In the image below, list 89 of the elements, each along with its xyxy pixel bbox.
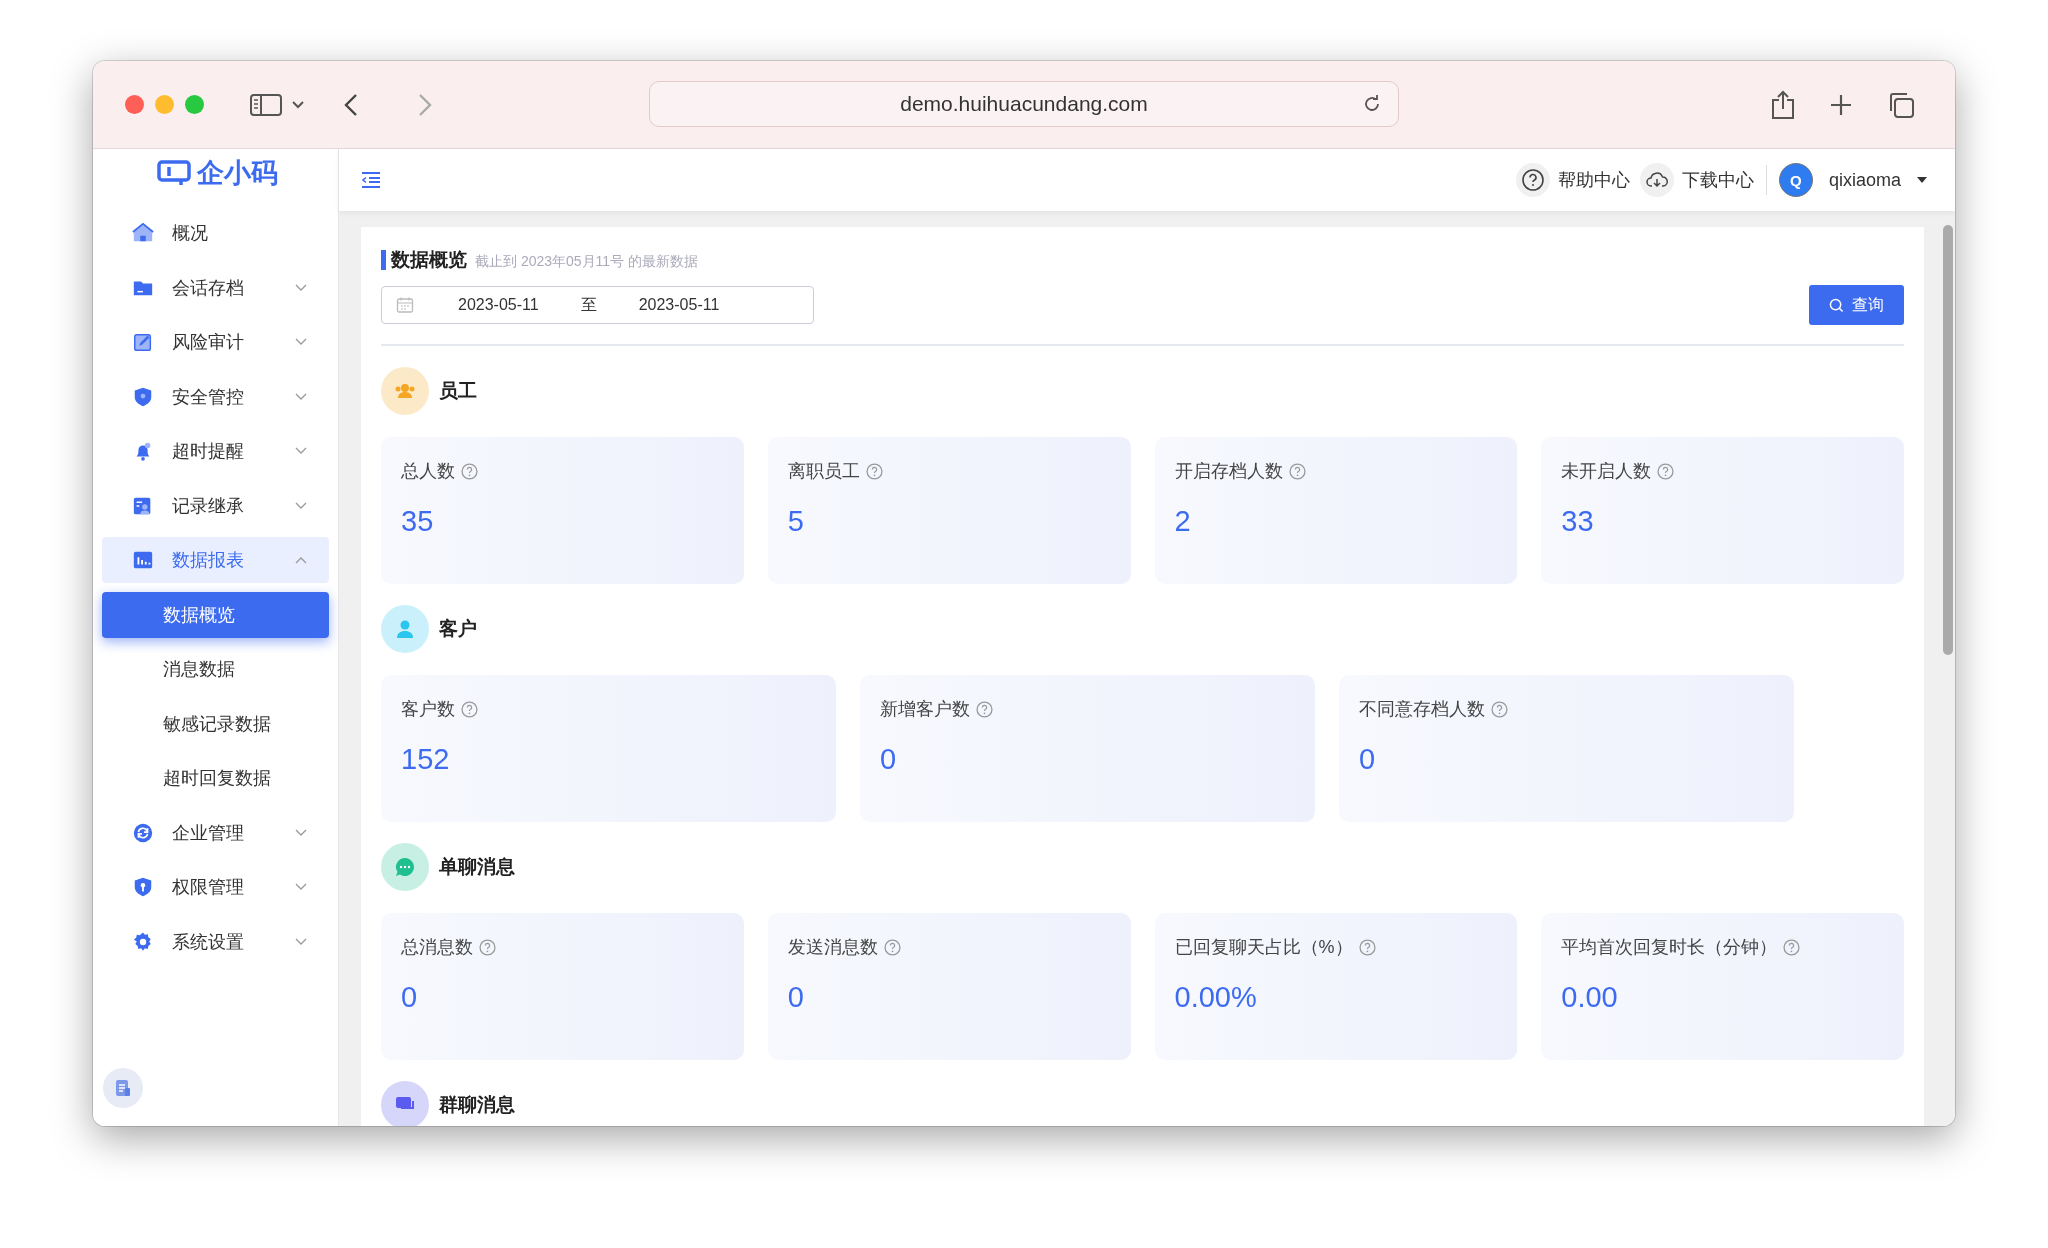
help-icon bbox=[865, 462, 883, 480]
metric-value: 0 bbox=[787, 981, 805, 1014]
help-icon bbox=[461, 700, 478, 718]
caret-down-icon[interactable] bbox=[1917, 177, 1927, 183]
metric-label: 开启存档人数 bbox=[1174, 460, 1283, 483]
section-title: 群聊消息 bbox=[439, 1093, 515, 1117]
sidebar-item[interactable]: 数据报表 bbox=[102, 537, 329, 583]
metric-value: 0 bbox=[1359, 743, 1377, 776]
sidebar-item[interactable]: 超时提醒 bbox=[102, 428, 329, 474]
help-icon bbox=[1288, 462, 1306, 480]
help-center-link[interactable]: 帮助中心 bbox=[1515, 163, 1630, 197]
metric-value: 33 bbox=[1561, 505, 1595, 538]
help-icon bbox=[1783, 938, 1801, 956]
chevron-down-icon[interactable] bbox=[292, 100, 304, 109]
shield-icon bbox=[132, 385, 154, 408]
help-icon bbox=[1491, 700, 1508, 718]
plus-icon[interactable] bbox=[1829, 92, 1853, 117]
share-icon[interactable] bbox=[1771, 89, 1795, 120]
document-icon bbox=[113, 1078, 133, 1098]
close-window-button[interactable] bbox=[125, 95, 144, 114]
sidebar-item[interactable]: 会话存档 bbox=[102, 264, 329, 311]
metric-label: 客户数 bbox=[401, 698, 455, 721]
cloud-download-icon bbox=[1645, 171, 1668, 189]
sidebar-item[interactable]: 风险审计 bbox=[102, 319, 329, 365]
sidebar-item[interactable]: 系统设置 bbox=[102, 918, 329, 965]
sidebar-item[interactable]: 概况 bbox=[102, 210, 329, 256]
submenu-item[interactable]: 超时回复数据 bbox=[102, 755, 329, 801]
submenu-item[interactable]: 数据概览 bbox=[102, 591, 329, 638]
help-icon bbox=[883, 938, 901, 956]
section-title: 员工 bbox=[439, 379, 477, 403]
metric-label: 不同意存档人数 bbox=[1359, 698, 1485, 721]
url-text: demo.huihuacundang.com bbox=[900, 92, 1148, 116]
metric-label: 总消息数 bbox=[401, 936, 473, 959]
help-icon bbox=[479, 938, 496, 956]
help-icon bbox=[1657, 462, 1675, 480]
metric-value: 0 bbox=[880, 743, 898, 776]
search-icon bbox=[1829, 297, 1844, 313]
sidebar-item[interactable]: 记录继承 bbox=[102, 482, 329, 529]
calendar-icon bbox=[396, 296, 414, 314]
page-subtitle: 截止到 2023年05月11号 的最新数据 bbox=[475, 253, 699, 271]
metric-value: 5 bbox=[787, 505, 805, 538]
sidebar-item[interactable]: 权限管理 bbox=[102, 864, 329, 910]
edit-document-icon bbox=[132, 331, 154, 353]
metric-value: 0.00 bbox=[1561, 981, 1619, 1014]
metric-value: 2 bbox=[1174, 505, 1192, 538]
user-avatar[interactable]: Q bbox=[1778, 163, 1813, 197]
help-icon bbox=[1520, 168, 1545, 192]
user-name[interactable]: qixiaoma bbox=[1828, 169, 1901, 191]
submenu-item[interactable]: 消息数据 bbox=[102, 646, 329, 692]
sidebar-item[interactable]: 企业管理 bbox=[102, 809, 329, 856]
help-icon bbox=[461, 462, 478, 480]
metric-value: 152 bbox=[401, 743, 451, 776]
download-center-link[interactable]: 下载中心 bbox=[1639, 163, 1754, 197]
metric-value: 35 bbox=[401, 505, 435, 538]
menu-fold-icon[interactable] bbox=[361, 171, 381, 189]
section-title: 单聊消息 bbox=[439, 855, 515, 879]
metric-value: 0 bbox=[401, 981, 419, 1014]
metric-label: 平均首次回复时长（分钟） bbox=[1561, 936, 1778, 959]
metric-label: 总人数 bbox=[401, 460, 455, 483]
query-button[interactable]: 查询 bbox=[1809, 285, 1904, 325]
house-icon bbox=[132, 222, 154, 244]
metric-label: 离职员工 bbox=[787, 460, 860, 483]
bar-chart-icon bbox=[132, 549, 154, 571]
scrollbar[interactable] bbox=[1943, 225, 1953, 655]
reload-icon[interactable] bbox=[1362, 94, 1382, 114]
shield-key-icon bbox=[132, 876, 154, 898]
metric-label: 已回复聊天占比（%） bbox=[1174, 936, 1353, 959]
chat-bubble-icon bbox=[393, 855, 417, 879]
help-icon bbox=[976, 700, 993, 718]
sidebar-item[interactable]: 安全管控 bbox=[102, 373, 329, 420]
sync-icon bbox=[132, 821, 154, 844]
logo-icon bbox=[157, 160, 191, 186]
date-start-text: 2023-05-11 bbox=[458, 296, 539, 314]
help-icon bbox=[1358, 938, 1376, 956]
sidebar-toggle-icon[interactable] bbox=[250, 92, 282, 117]
metric-label: 未开启人数 bbox=[1561, 460, 1652, 483]
tabs-overview-icon[interactable] bbox=[1887, 90, 1915, 119]
submenu-item[interactable]: 敏感记录数据 bbox=[102, 700, 329, 747]
logo-text: 企小码 bbox=[197, 157, 278, 190]
metric-value: 0.00% bbox=[1174, 981, 1258, 1014]
document-button[interactable] bbox=[103, 1068, 143, 1108]
date-end-text: 2023-05-11 bbox=[638, 296, 720, 314]
section-title: 客户 bbox=[439, 617, 477, 641]
metric-label: 新增客户数 bbox=[880, 698, 970, 721]
address-bar[interactable]: demo.huihuacundang.com bbox=[649, 81, 1399, 127]
date-separator: 至 bbox=[580, 294, 597, 315]
date-range-field[interactable]: 2023-05-11 至 2023-05-11 bbox=[381, 286, 814, 324]
metric-label: 发送消息数 bbox=[787, 936, 878, 959]
page-title: 数据概览 bbox=[381, 250, 467, 270]
